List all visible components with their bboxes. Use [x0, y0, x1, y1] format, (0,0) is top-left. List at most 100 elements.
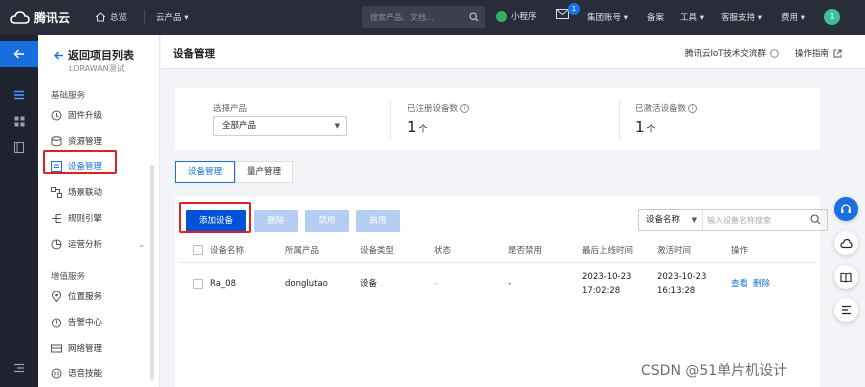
search-icon[interactable]: [810, 214, 821, 228]
sidenav-scrollbar[interactable]: [150, 165, 154, 380]
activated-devices-count: 1个: [635, 118, 656, 136]
location-icon: [51, 290, 62, 302]
nav-rule-engine[interactable]: 规则引擎: [51, 208, 147, 228]
device-table-card: 添加设备 删除 禁用 启用 设备名称 ▼ 设备名称 所属产品 设备类型 状态 是…: [175, 196, 828, 387]
page-header: 设备管理 腾讯云IoT技术交流群 操作指南: [161, 35, 865, 69]
col-last-online: 最后上线时间: [582, 246, 634, 256]
group-account-menu[interactable]: 集团账号 ▾: [587, 11, 628, 23]
book-icon: [840, 272, 852, 283]
filing-link[interactable]: 备案: [647, 11, 664, 23]
page-title: 设备管理: [173, 48, 215, 60]
side-navigation: 返回项目列表 LORAWAN测试 基础服务 固件升级 资源管理 设备管理 场景联…: [38, 35, 160, 387]
add-device-button[interactable]: 添加设备: [186, 210, 246, 232]
col-device-type: 设备类型: [360, 246, 395, 256]
operation-guide-label: 操作指南: [795, 49, 830, 59]
nav-alarm-center[interactable]: 告警中心: [51, 312, 147, 332]
rail-grid-button[interactable]: [0, 108, 38, 134]
scene-icon: [51, 186, 62, 198]
support-menu[interactable]: 客服支持 ▾: [721, 11, 762, 23]
rail-menu-button[interactable]: [0, 355, 38, 381]
nav-label: 语音技能: [68, 369, 103, 379]
voice-icon: [51, 368, 62, 379]
analysis-icon: [51, 239, 62, 250]
search-field-select[interactable]: 设备名称 ▼: [639, 210, 703, 230]
docs-button[interactable]: [834, 265, 858, 289]
nav-label: 规则引擎: [68, 214, 103, 224]
col-device-name: 设备名称: [210, 246, 245, 256]
nav-resource-management[interactable]: 资源管理: [51, 131, 147, 151]
nav-label: 资源管理: [68, 137, 103, 147]
product-select[interactable]: 全部产品 ▼: [213, 116, 347, 136]
mail-icon[interactable]: [556, 9, 569, 22]
nav-label: 设备管理: [68, 162, 103, 172]
tab-mass-production[interactable]: 量产管理: [235, 161, 293, 183]
rule-icon: [51, 213, 62, 224]
info-icon[interactable]: i: [460, 104, 470, 113]
iot-group-link[interactable]: 腾讯云IoT技术交流群: [685, 47, 779, 59]
nav-label: 告警中心: [68, 318, 103, 328]
cloud-logo-icon: [10, 10, 30, 24]
global-search-input[interactable]: [362, 6, 462, 28]
cell-device-name: Ra_08: [210, 279, 236, 289]
mini-program-link[interactable]: 小程序: [496, 10, 537, 22]
brand-name: 腾讯云: [34, 11, 71, 25]
cloud-tool-button[interactable]: [834, 231, 858, 255]
nav-device-management[interactable]: 设备管理: [51, 156, 147, 176]
customer-service-button[interactable]: [834, 197, 858, 221]
operation-guide-link[interactable]: 操作指南: [795, 47, 842, 59]
caret-down-icon: ▼: [691, 216, 697, 224]
mini-program-icon: [496, 10, 507, 22]
billing-menu[interactable]: 费用 ▾: [781, 11, 805, 23]
registered-devices-count: 1个: [407, 118, 428, 136]
nav-voice-skills[interactable]: 语音技能: [51, 363, 147, 383]
tools-menu[interactable]: 工具 ▾: [680, 11, 704, 23]
stats-divider: [619, 100, 620, 140]
overview-link[interactable]: 总览: [95, 11, 127, 23]
rail-back-button[interactable]: [0, 41, 38, 67]
user-avatar[interactable]: 1: [824, 9, 840, 25]
rail-list-button[interactable]: [0, 82, 38, 108]
alarm-icon: [51, 317, 62, 328]
device-search-filter: 设备名称 ▼: [638, 209, 828, 231]
grid-icon: [14, 116, 24, 126]
rail-doc-button[interactable]: [0, 134, 38, 160]
feedback-list-button[interactable]: [834, 298, 858, 322]
top-navigation-bar: 腾讯云 总览 云产品 ▾ 小程序 1 集团账号 ▾ 备案 工具 ▾ 客服支持 ▾…: [0, 0, 865, 35]
product-select-value: 全部产品: [222, 121, 257, 131]
delete-button[interactable]: 删除: [254, 210, 298, 232]
view-device-link[interactable]: 查看: [731, 278, 748, 291]
device-icon: [51, 160, 62, 172]
back-to-projects-link[interactable]: 返回项目列表: [54, 47, 134, 63]
nav-location-service[interactable]: 位置服务: [51, 286, 147, 306]
back-label: 返回项目列表: [68, 49, 134, 62]
info-icon[interactable]: i: [688, 104, 698, 113]
device-stats-card: 选择产品 全部产品 ▼ 已注册设备数 i 1个 已激活设备数 i 1个: [175, 88, 820, 150]
caret-down-icon: ▼: [334, 122, 340, 130]
disable-button[interactable]: 禁用: [305, 210, 349, 232]
search-icon[interactable]: [465, 8, 483, 26]
iot-group-label: 腾讯云IoT技术交流群: [685, 49, 766, 59]
search-field-value: 设备名称: [646, 215, 681, 225]
nav-label: 位置服务: [68, 292, 103, 302]
row-checkbox[interactable]: [193, 279, 203, 289]
list-icon: [14, 90, 24, 100]
activated-devices-label: 已激活设备数 i: [635, 102, 698, 114]
brand-logo[interactable]: 腾讯云: [10, 9, 70, 26]
nav-firmware-upgrade[interactable]: 固件升级: [51, 105, 147, 125]
nav-network-management[interactable]: 网络管理: [51, 338, 147, 358]
nav-operation-analysis[interactable]: 运营分析 ⌄: [51, 234, 147, 254]
nav-scene-linkage[interactable]: 场景联动: [51, 182, 147, 202]
cloud-products-menu[interactable]: 云产品 ▾: [156, 11, 188, 23]
enable-button[interactable]: 启用: [356, 210, 400, 232]
headset-icon: [841, 204, 851, 213]
tab-device-management[interactable]: 设备管理: [175, 161, 235, 183]
nav-label: 固件升级: [68, 111, 103, 121]
nav-label: 网络管理: [68, 344, 103, 354]
device-name-search-input[interactable]: [707, 210, 817, 230]
col-actions: 操作: [731, 246, 749, 256]
delete-device-link[interactable]: 删除: [753, 278, 770, 291]
select-all-checkbox[interactable]: [193, 245, 203, 255]
col-status: 状态: [434, 246, 452, 256]
resource-icon: [51, 135, 62, 147]
csdn-watermark: CSDN @51单片机设计: [641, 363, 788, 379]
